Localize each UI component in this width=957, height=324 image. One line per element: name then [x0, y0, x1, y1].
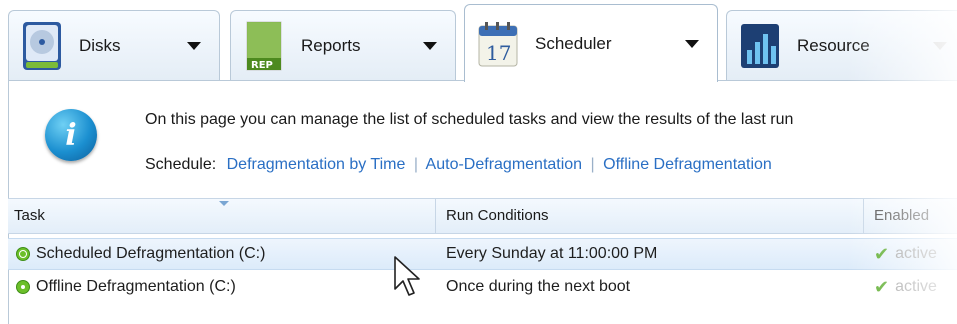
enabled-status: active — [895, 278, 937, 295]
report-icon: REP — [246, 21, 282, 71]
tab-scheduler[interactable]: 17 Scheduler — [464, 4, 718, 82]
svg-text:REP: REP — [251, 60, 273, 71]
tab-label: Disks — [79, 35, 121, 55]
disk-icon — [23, 21, 61, 70]
table-row[interactable]: Scheduled Defragmentation (C:) Every Sun… — [8, 238, 957, 270]
enabled-cell: ✔ active — [874, 239, 937, 269]
checkmark-icon: ✔ — [874, 277, 890, 297]
chevron-down-icon[interactable] — [187, 41, 201, 50]
info-description: On this page you can manage the list of … — [145, 111, 794, 128]
enabled-cell: ✔ active — [874, 272, 937, 302]
link-separator: | — [413, 156, 418, 173]
column-label: Enabled — [874, 207, 930, 224]
tab-label: Reports — [301, 35, 361, 55]
run-conditions-cell: Every Sunday at 11:00:00 PM — [446, 245, 658, 262]
task-name: Offline Defragmentation (C:) — [36, 278, 236, 295]
task-name: Scheduled Defragmentation (C:) — [36, 245, 266, 262]
column-label: Task — [14, 207, 45, 224]
schedule-links: Schedule: Defragmentation by Time | Auto… — [145, 156, 772, 174]
tab-bar: Disks REP Reports 17 Scheduler Resource — [0, 0, 957, 82]
tab-reports[interactable]: REP Reports — [230, 10, 456, 80]
chevron-down-icon[interactable] — [685, 39, 699, 48]
link-defrag-by-time[interactable]: Defragmentation by Time — [227, 156, 406, 173]
tab-label: Resource — [797, 35, 870, 55]
checkmark-icon: ✔ — [874, 244, 890, 264]
task-cell: Offline Defragmentation (C:) — [16, 272, 236, 302]
column-header-enabled[interactable]: Enabled — [864, 199, 957, 233]
chevron-down-icon[interactable] — [933, 41, 947, 50]
task-cell: Scheduled Defragmentation (C:) — [16, 239, 265, 269]
run-conditions-cell: Once during the next boot — [446, 278, 631, 295]
task-grid-header: Task Run Conditions Enabled — [8, 198, 957, 234]
link-offline-defrag[interactable]: Offline Defragmentation — [603, 156, 772, 173]
schedule-label: Schedule: — [145, 156, 217, 173]
link-separator: | — [590, 156, 595, 173]
boot-icon — [16, 280, 30, 294]
tab-resource[interactable]: Resource — [726, 10, 957, 80]
column-label: Run Conditions — [446, 207, 549, 224]
info-icon: i — [45, 109, 97, 161]
tab-label: Scheduler — [535, 33, 612, 53]
sort-indicator-icon — [219, 201, 229, 206]
chevron-down-icon[interactable] — [423, 41, 437, 50]
column-header-run-conditions[interactable]: Run Conditions — [436, 199, 864, 233]
enabled-status: active — [895, 245, 937, 262]
table-row[interactable]: Offline Defragmentation (C:) Once during… — [8, 272, 957, 304]
mouse-cursor-icon — [394, 256, 420, 296]
calendar-day: 17 — [486, 41, 511, 65]
column-header-task[interactable]: Task — [8, 199, 436, 233]
tab-disks[interactable]: Disks — [8, 10, 220, 80]
clock-icon — [16, 247, 30, 261]
link-auto-defrag[interactable]: Auto-Defragmentation — [426, 156, 583, 173]
calendar-icon: 17 — [478, 21, 518, 66]
chart-icon — [741, 23, 779, 68]
